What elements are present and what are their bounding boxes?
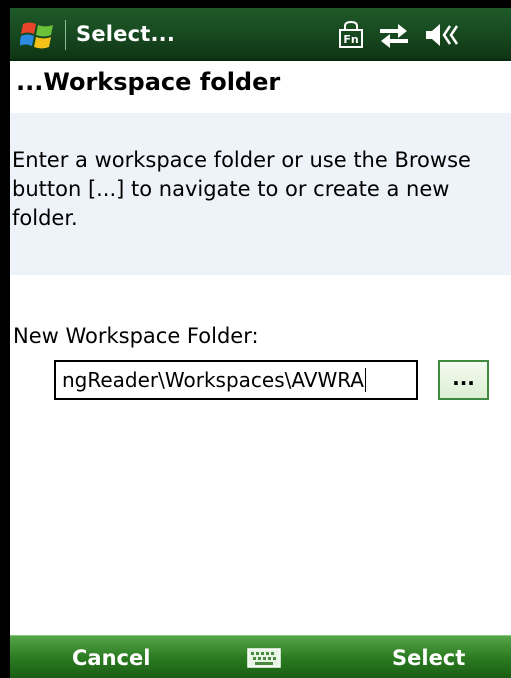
- instructions-line: button [...] to navigate to or create a …: [12, 177, 450, 201]
- text-caret: [365, 368, 366, 392]
- keyboard-icon[interactable]: [247, 648, 281, 668]
- fn-key-icon[interactable]: Fn: [338, 21, 364, 49]
- connectivity-icon[interactable]: [378, 21, 410, 49]
- workspace-folder-input[interactable]: ngReader\Workspaces\AVWRA: [54, 360, 418, 400]
- instructions-line: Enter a workspace folder or use the Brow…: [12, 148, 471, 172]
- workspace-folder-label: New Workspace Folder:: [13, 324, 259, 348]
- browse-button[interactable]: ...: [438, 360, 489, 400]
- page-title: ...Workspace folder: [16, 68, 281, 96]
- windows-start-icon[interactable]: [20, 18, 56, 52]
- svg-text:Fn: Fn: [343, 33, 358, 46]
- title-separator: [65, 20, 66, 50]
- title-bar: Select... Fn: [10, 8, 511, 61]
- instructions-text: Enter a workspace folder or use the Brow…: [12, 146, 511, 233]
- select-button[interactable]: Select: [392, 646, 465, 670]
- workspace-folder-value: ngReader\Workspaces\AVWRA: [62, 368, 364, 392]
- speaker-icon[interactable]: [424, 21, 460, 49]
- instructions-line: folder.: [12, 206, 78, 230]
- cancel-button[interactable]: Cancel: [72, 646, 150, 670]
- softkey-bar: Cancel Select: [10, 635, 511, 678]
- device-screen: Select... Fn ...Workspace folder Enter a…: [10, 8, 511, 678]
- window-title: Select...: [76, 22, 176, 46]
